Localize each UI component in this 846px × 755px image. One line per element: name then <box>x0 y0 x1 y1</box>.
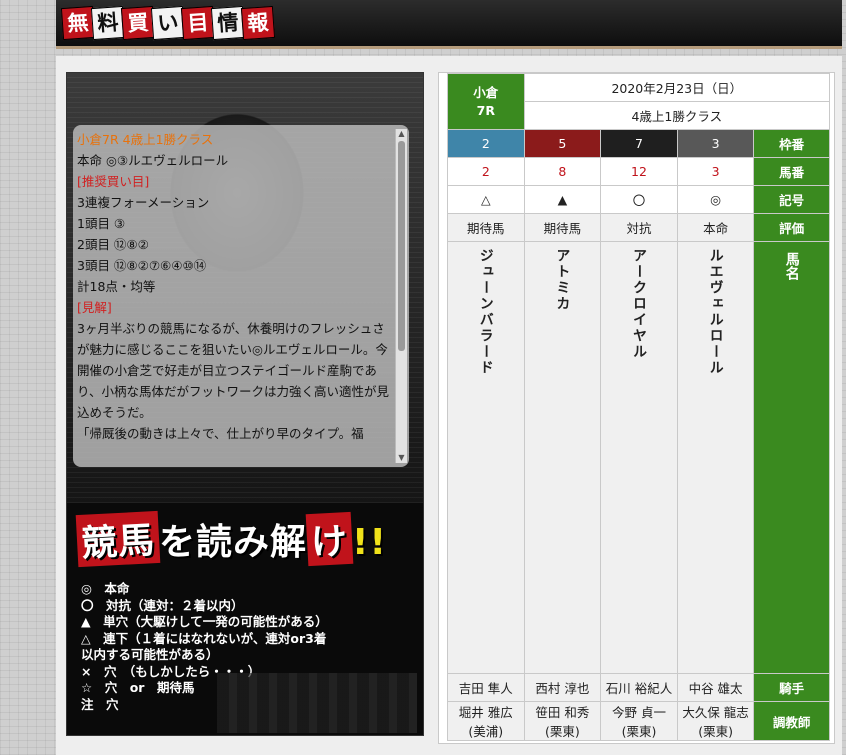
scroll-down-arrow-icon[interactable]: ▼ <box>396 453 407 463</box>
waku-cell: 7 <box>600 129 678 158</box>
prediction-panel: 小倉7R 4歳上1勝クラス 本命 ◎③ルエヴェルロール [推奨買い目] 3連複フ… <box>66 72 424 736</box>
rating-cell: 本命 <box>676 213 755 242</box>
row-label-trainer: 調教師 <box>753 701 830 741</box>
row-label-umaban: 馬番 <box>753 157 830 186</box>
jockey-cell: 西村 淳也 <box>523 673 602 702</box>
trainer-cell: 今野 貞一 (栗東) <box>600 701 678 741</box>
mark-cell: ◎ <box>676 185 755 214</box>
row-label-name: 馬名 <box>783 252 800 280</box>
trainer-stable: (美浦) <box>468 724 504 739</box>
trainer-stable: (栗東) <box>545 724 580 739</box>
trainer-stable: (栗東) <box>698 724 733 739</box>
umaban-cell: 12 <box>600 157 678 186</box>
row-label-mark: 記号 <box>753 185 830 214</box>
keiba-banner: 競馬を読み解け!! <box>75 510 417 568</box>
logo-char: 無 <box>60 5 96 41</box>
trainer-cell: 大久保 龍志 (栗東) <box>676 701 755 741</box>
horse-race-image <box>217 673 417 733</box>
trainer-name: 大久保 龍志 <box>682 705 749 720</box>
waku-cell: 2 <box>447 129 525 158</box>
race-venue: 小倉 <box>473 84 499 100</box>
banner-text: け <box>305 511 354 567</box>
scroll-up-arrow-icon[interactable]: ▲ <box>396 129 407 139</box>
horse-name-cell[interactable]: ルエヴェルロール <box>676 241 755 674</box>
mark-cell: ▲ <box>523 185 602 214</box>
banner-text: !! <box>352 522 387 563</box>
legend-item: △ 連下（１着にはなれないが、連対or3着 <box>81 630 327 646</box>
text-scrollbar[interactable]: ▲ ▼ <box>395 129 407 463</box>
legend-item: 〇 対抗（連対：２着以内） <box>81 597 244 613</box>
horse-name-cell[interactable]: アトミカ <box>523 241 602 674</box>
race-date: 2020年2月23日（日） <box>523 73 831 102</box>
horse-name-cell[interactable]: アークロイヤル <box>600 241 678 674</box>
pick-line: 本命 ◎③ルエヴェルロール <box>77 153 229 168</box>
prediction-text[interactable]: 小倉7R 4歳上1勝クラス 本命 ◎③ルエヴェルロール [推奨買い目] 3連複フ… <box>77 129 395 463</box>
umaban-cell: 2 <box>447 157 525 186</box>
jockey-cell: 吉田 隼人 <box>447 673 525 702</box>
logo-char: 目 <box>180 5 216 41</box>
banner-text: 競馬 <box>75 510 161 568</box>
horse-name-cell[interactable]: ジューンバラード <box>447 241 525 674</box>
rating-cell: 対抗 <box>600 213 678 242</box>
entry-table: 小倉 7R 2020年2月23日（日） 4歳上1勝クラス 2 5 7 3 枠番 … <box>447 73 831 741</box>
bet-line: 1頭目 ③ <box>77 216 126 231</box>
legend-item: ◎ 本命 <box>81 581 130 596</box>
mark-cell: 〇 <box>600 185 678 214</box>
rating-cell: 期待馬 <box>447 213 525 242</box>
entry-table-panel: 小倉 7R 2020年2月23日（日） 4歳上1勝クラス 2 5 7 3 枠番 … <box>438 72 835 744</box>
horse-name: ジューンバラード <box>477 248 494 376</box>
logo-char: い <box>150 5 186 41</box>
main-content: 小倉7R 4歳上1勝クラス 本命 ◎③ルエヴェルロール [推奨買い目] 3連複フ… <box>56 56 842 755</box>
horse-name: アークロイヤル <box>630 248 647 360</box>
race-class: 4歳上1勝クラス <box>523 101 831 130</box>
logo-char: 情 <box>210 5 246 41</box>
trainer-name: 笹田 和秀 <box>535 705 590 720</box>
trainer-cell: 笹田 和秀 (栗東) <box>523 701 602 741</box>
site-logo[interactable]: 無 料 買 い 目 情 報 <box>60 5 276 41</box>
row-label-rating: 評価 <box>753 213 830 242</box>
logo-char: 料 <box>90 5 126 41</box>
umaban-cell: 3 <box>676 157 755 186</box>
race-cell: 小倉 7R <box>447 73 525 130</box>
analysis-text: 3ヶ月半ぶりの競馬になるが、休養明けのフレッシュさが魅力に感じるここを狙いたい◎… <box>77 321 390 420</box>
bet-total: 計18点・均等 <box>77 279 156 294</box>
site-header: 無 料 買 い 目 情 報 <box>56 0 842 49</box>
section-label: [見解] <box>77 300 112 315</box>
waku-cell: 5 <box>523 129 602 158</box>
banner-text: を読み解 <box>159 522 308 563</box>
jockey-cell: 中谷 雄太 <box>676 673 755 702</box>
bet-line: 3頭目 ⑫⑧②⑦⑥④⑩⑭ <box>77 258 207 273</box>
umaban-cell: 8 <box>523 157 602 186</box>
section-label: [推奨買い目] <box>77 174 150 189</box>
rating-cell: 期待馬 <box>523 213 602 242</box>
waku-cell: 3 <box>676 129 755 158</box>
race-heading: 小倉7R 4歳上1勝クラス <box>77 132 214 147</box>
row-label-name-cell: 馬名 <box>753 241 830 674</box>
legend-item: 以内する可能性がある） <box>81 647 219 662</box>
logo-char: 報 <box>240 5 276 41</box>
trainer-stable: (栗東) <box>621 724 657 739</box>
trainer-name: 今野 貞一 <box>611 705 666 720</box>
logo-char: 買 <box>120 5 156 41</box>
jockey-cell: 石川 裕紀人 <box>600 673 678 702</box>
scroll-thumb[interactable] <box>398 141 405 351</box>
row-label-jockey: 騎手 <box>753 673 830 702</box>
row-label-waku: 枠番 <box>753 129 830 158</box>
horse-name: ルエヴェルロール <box>707 248 724 376</box>
legend-item: ▲ 単穴（大駆けして一発の可能性がある） <box>81 614 328 629</box>
bet-type: 3連複フォーメーション <box>77 195 210 210</box>
analysis-text: 「帰厩後の動きは上々で、仕上がり早のタイプ。福 <box>77 426 364 441</box>
trainer-name: 堀井 雅広 <box>458 705 513 720</box>
trainer-cell: 堀井 雅広 (美浦) <box>447 701 525 741</box>
mark-cell: △ <box>447 185 525 214</box>
horse-name: アトミカ <box>554 248 571 312</box>
race-number: 7R <box>476 102 495 118</box>
prediction-text-box: 小倉7R 4歳上1勝クラス 本命 ◎③ルエヴェルロール [推奨買い目] 3連複フ… <box>73 125 409 467</box>
bet-line: 2頭目 ⑫⑧② <box>77 237 149 252</box>
